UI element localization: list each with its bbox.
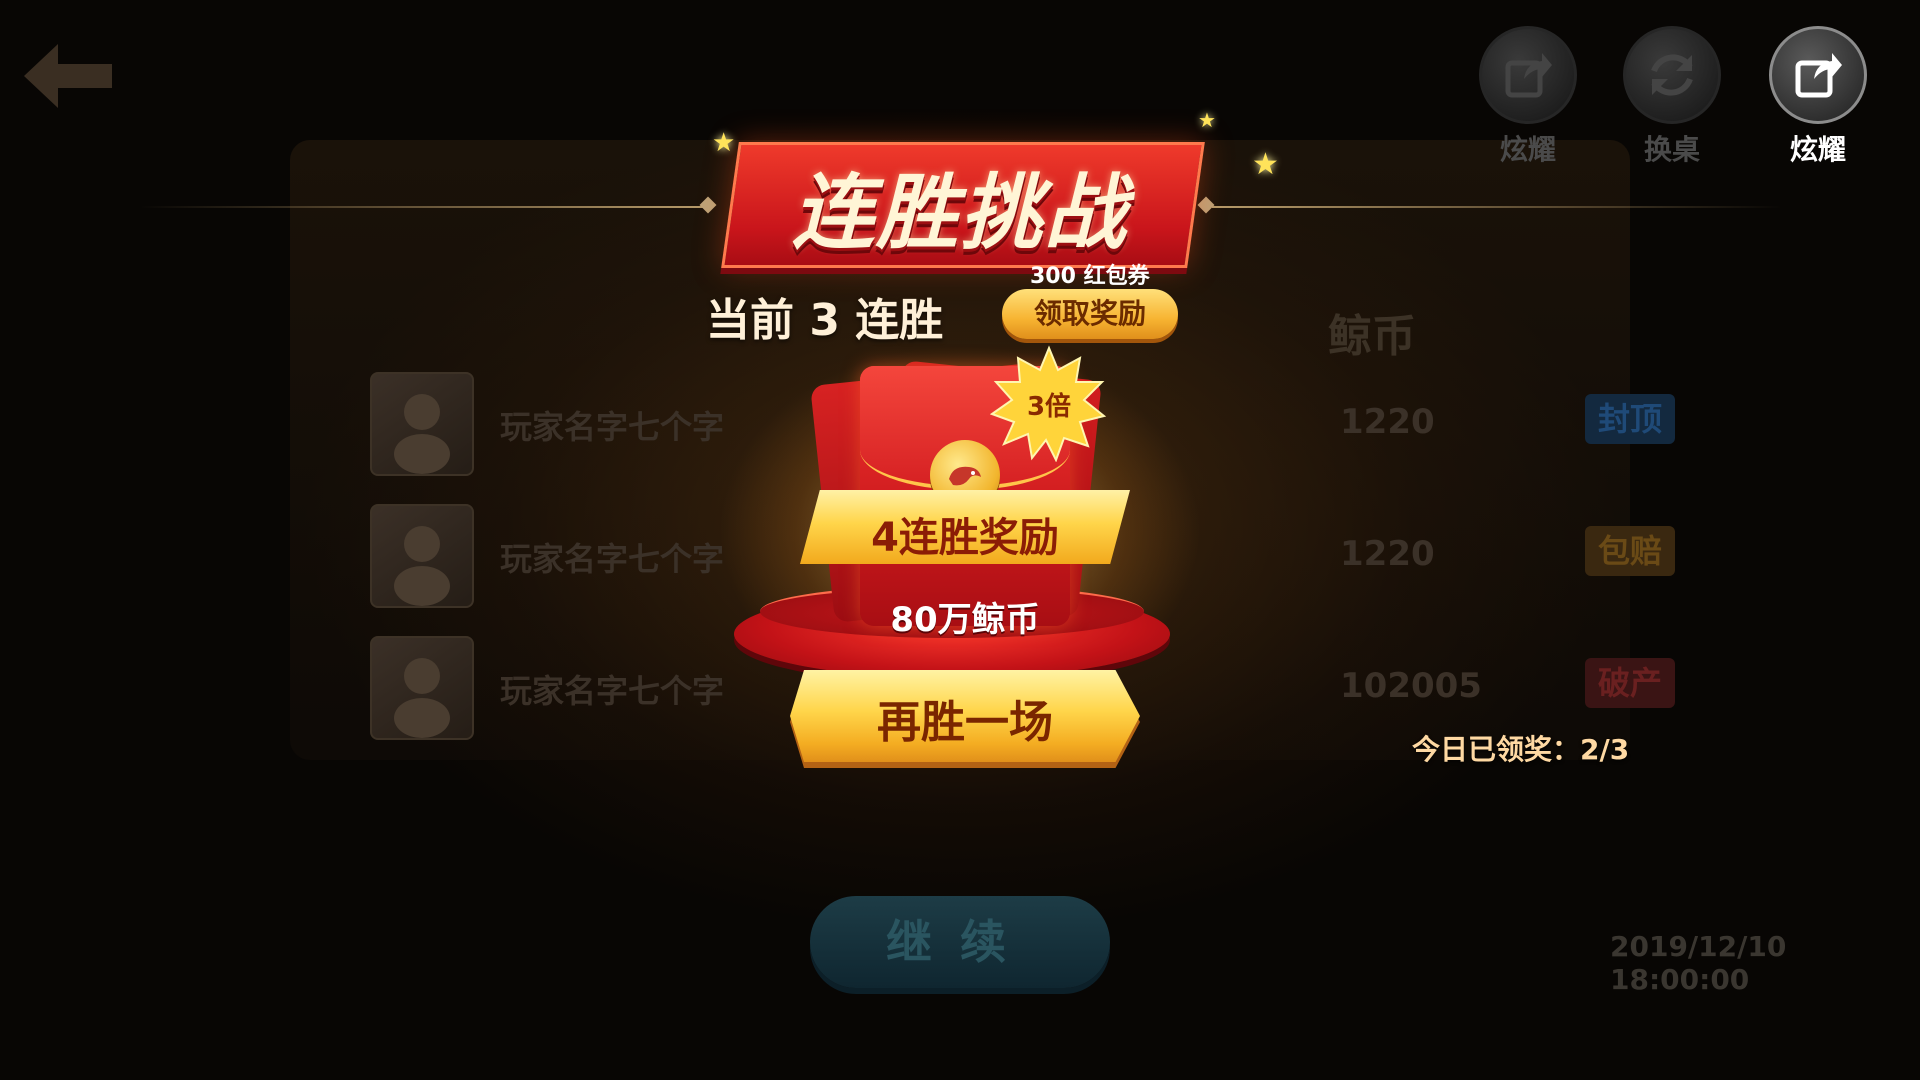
multiplier-badge: 3倍 <box>1026 392 1072 422</box>
change-table-label: 换桌 <box>1643 133 1700 166</box>
avatar <box>370 636 474 740</box>
star-icon: ★ <box>1198 108 1216 132</box>
coupon-reward: 300 红包券 <box>1030 264 1150 289</box>
status-badge: 破产 <box>1585 658 1675 708</box>
share-label: 炫耀 <box>1499 133 1556 166</box>
datetime: 2019/12/10 18:00:00 <box>1610 930 1787 996</box>
share-button-2[interactable]: 炫耀 <box>1768 26 1868 168</box>
status-badge: 封顶 <box>1585 394 1675 444</box>
share-button-1[interactable]: 炫耀 <box>1478 26 1578 168</box>
title-divider-right <box>1212 206 1782 208</box>
star-icon: ★ <box>712 128 736 158</box>
change-table-button[interactable]: 换桌 <box>1622 26 1722 168</box>
status-badge: 包赔 <box>1585 526 1675 576</box>
popup-title: 连胜挑战 <box>792 166 1128 261</box>
win-again-label[interactable]: 再胜一场 <box>790 686 1140 750</box>
share-label: 炫耀 <box>1789 133 1846 166</box>
refresh-icon <box>1623 26 1721 124</box>
column-header-coins: 鲸币 <box>1328 311 1416 362</box>
share-icon <box>1769 26 1867 124</box>
reward-amount: 80万鲸币 <box>890 600 1040 640</box>
title-divider-left <box>140 206 710 208</box>
daily-claim-count: 今日已领奖：2/3 <box>1412 733 1630 766</box>
avatar <box>370 504 474 608</box>
player-coins: 102005 <box>1340 666 1482 706</box>
share-icon <box>1479 26 1577 124</box>
player-coins: 1220 <box>1340 534 1435 574</box>
back-arrow-icon[interactable] <box>18 36 118 116</box>
reward-title: 4连胜奖励 <box>871 515 1059 561</box>
continue-button[interactable]: 继续 <box>810 896 1110 988</box>
star-icon: ★ <box>1252 147 1279 182</box>
avatar <box>370 372 474 476</box>
player-coins: 1220 <box>1340 402 1435 442</box>
